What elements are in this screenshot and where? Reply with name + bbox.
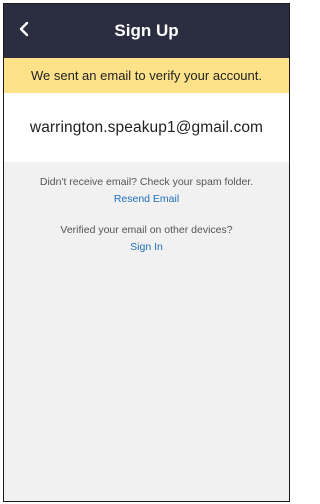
page-title: Sign Up: [114, 21, 179, 40]
spam-folder-hint: Didn't receive email? Check your spam fo…: [39, 176, 254, 188]
verification-banner: We sent an email to verify your account.: [4, 58, 289, 93]
sign-in-link[interactable]: Sign In: [130, 240, 163, 254]
resend-email-link[interactable]: Resend Email: [114, 192, 179, 206]
back-button[interactable]: [10, 4, 38, 58]
email-address: warrington.speakup1@gmail.com: [4, 93, 289, 162]
other-device-hint: Verified your email on other devices?: [60, 224, 233, 236]
signin-group: Verified your email on other devices? Si…: [4, 223, 289, 255]
chevron-left-icon: [18, 21, 30, 42]
resend-group: Didn't receive email? Check your spam fo…: [4, 175, 289, 207]
verification-help: Didn't receive email? Check your spam fo…: [4, 162, 289, 255]
app-frame: Sign Up We sent an email to verify your …: [3, 3, 290, 502]
top-bar: Sign Up: [4, 4, 289, 58]
